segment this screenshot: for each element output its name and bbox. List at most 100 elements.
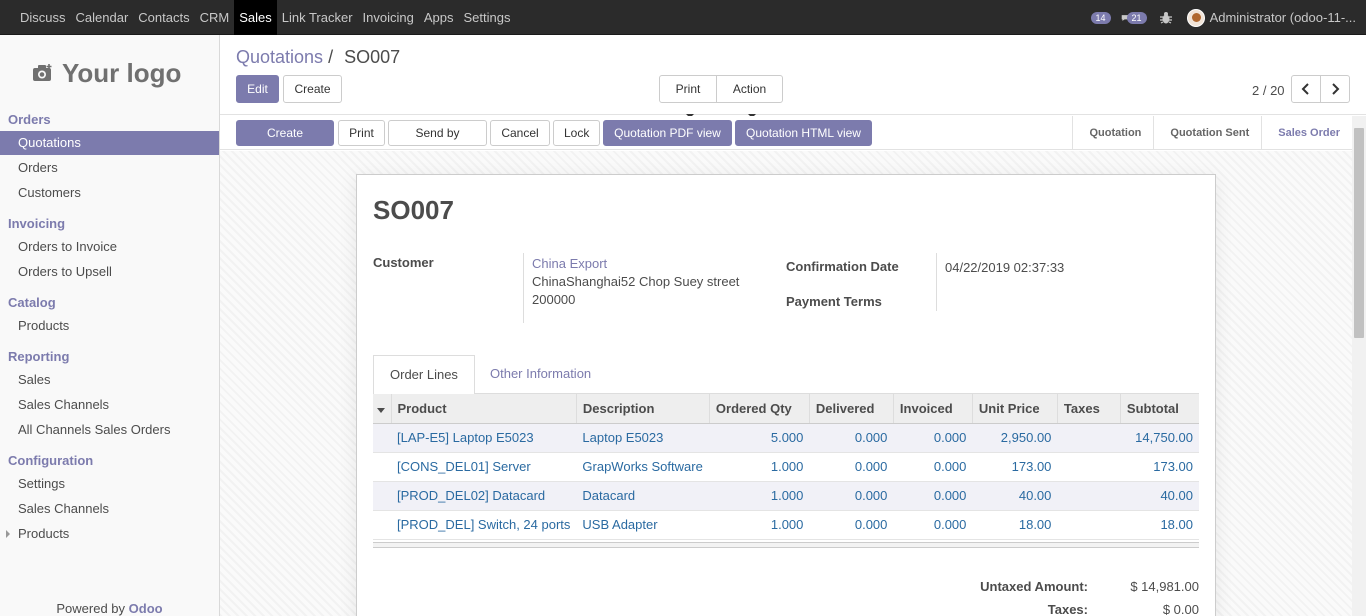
company-logo[interactable]: Your logo <box>32 55 181 91</box>
sidebar-item-sales[interactable]: Sales <box>0 368 219 392</box>
cell-subtotal[interactable]: 40.00 <box>1120 481 1199 511</box>
activity-button[interactable]: 14 <box>1090 11 1111 24</box>
cell-product[interactable]: [PROD_DEL02] Datacard <box>391 481 577 511</box>
menu-invoicing[interactable]: Invoicing <box>358 0 419 35</box>
col-taxes[interactable]: Taxes <box>1057 394 1121 424</box>
stage-sales-order[interactable]: Sales Order <box>1261 116 1352 150</box>
sidebar-item-orders[interactable]: Orders <box>0 156 219 180</box>
scrollbar-thumb[interactable] <box>1354 128 1364 338</box>
quotation-html-view-button[interactable]: Quotation HTML view <box>735 120 872 146</box>
sidebar-item-all-channels-sales-orders[interactable]: All Channels Sales Orders <box>0 418 219 442</box>
cell-delivered[interactable]: 0.000 <box>809 452 894 482</box>
action-dropdown[interactable]: Action <box>716 75 783 118</box>
table-row[interactable]: [PROD_DEL02] Datacard Datacard 1.000 0.0… <box>373 481 1199 511</box>
cell-delivered[interactable]: 0.000 <box>809 510 894 540</box>
stage-quotation[interactable]: Quotation <box>1072 116 1153 150</box>
col-ordered-qty[interactable]: Ordered Qty <box>709 394 810 424</box>
cell-description[interactable]: Datacard <box>576 481 710 511</box>
col-description[interactable]: Description <box>576 394 710 424</box>
odoo-link[interactable]: Odoo <box>129 601 163 616</box>
cell-ordered-qty[interactable]: 1.000 <box>709 510 810 540</box>
sidebar-item-orders-to-upsell[interactable]: Orders to Upsell <box>0 260 219 284</box>
cell-description[interactable]: Laptop E5023 <box>576 423 710 453</box>
cell-description[interactable]: GrapWorks Software <box>576 452 710 482</box>
cell-taxes[interactable] <box>1057 481 1121 511</box>
messages-button[interactable]: 21 <box>1121 11 1147 24</box>
cell-description[interactable]: USB Adapter <box>576 510 710 540</box>
menu-crm[interactable]: CRM <box>195 0 235 35</box>
cell-invoiced[interactable]: 0.000 <box>893 452 973 482</box>
create-invoice-button[interactable]: Create Invoice <box>236 120 334 164</box>
create-button[interactable]: Create <box>283 75 342 103</box>
col-delivered[interactable]: Delivered <box>809 394 894 424</box>
sidebar-item-products[interactable]: Products <box>0 314 219 338</box>
menu-calendar[interactable]: Calendar <box>71 0 134 35</box>
sidebar-item-settings[interactable]: Settings <box>0 472 219 496</box>
col-unit-price[interactable]: Unit Price <box>972 394 1058 424</box>
pager-previous-button[interactable] <box>1291 75 1321 103</box>
sidebar-item-orders-to-invoice[interactable]: Orders to Invoice <box>0 235 219 259</box>
col-product[interactable]: Product <box>391 394 577 424</box>
vertical-scrollbar[interactable] <box>1352 116 1366 616</box>
control-panel: Quotations / SO007 Edit Create Print Act… <box>220 35 1366 118</box>
col-subtotal[interactable]: Subtotal <box>1120 394 1199 424</box>
table-row[interactable]: [PROD_DEL] Switch, 24 ports USB Adapter … <box>373 510 1199 540</box>
edit-button[interactable]: Edit <box>236 75 279 103</box>
user-menu[interactable]: Administrator (odoo-11-... <box>1186 8 1356 27</box>
cell-invoiced[interactable]: 0.000 <box>893 510 973 540</box>
menu-sales[interactable]: Sales <box>234 0 277 35</box>
cell-product[interactable]: [PROD_DEL] Switch, 24 ports <box>391 510 577 540</box>
customer-link[interactable]: China Export <box>532 255 607 273</box>
cell-subtotal[interactable]: 173.00 <box>1120 452 1199 482</box>
cancel-button[interactable]: Cancel <box>490 120 550 146</box>
payment-terms-label: Payment Terms <box>786 294 882 309</box>
menu-apps[interactable]: Apps <box>419 0 459 35</box>
pager-next-button[interactable] <box>1320 75 1350 103</box>
table-row[interactable]: [CONS_DEL01] Server GrapWorks Software 1… <box>373 452 1199 482</box>
cell-taxes[interactable] <box>1057 423 1121 453</box>
col-invoiced[interactable]: Invoiced <box>893 394 973 424</box>
cell-subtotal[interactable]: 18.00 <box>1120 510 1199 540</box>
debug-button[interactable] <box>1159 11 1173 25</box>
sidebar-item-sales-channels[interactable]: Sales Channels <box>0 393 219 417</box>
row-spacer <box>373 452 391 482</box>
print-dropdown[interactable]: Print <box>659 75 717 118</box>
cell-invoiced[interactable]: 0.000 <box>893 481 973 511</box>
customer-address-line2: 200000 <box>532 292 576 307</box>
sidebar-item-quotations[interactable]: Quotations <box>0 131 219 155</box>
cell-ordered-qty[interactable]: 1.000 <box>709 481 810 511</box>
pager-value[interactable]: 2 / 20 <box>1252 83 1285 98</box>
send-by-email-button[interactable]: Send by Email <box>388 120 487 164</box>
group-toggle[interactable] <box>373 394 392 424</box>
breadcrumb-quotations[interactable]: Quotations <box>236 47 323 67</box>
menu-link-tracker[interactable]: Link Tracker <box>277 0 358 35</box>
tab-order-lines[interactable]: Order Lines <box>373 355 475 395</box>
cell-unit-price[interactable]: 2,950.00 <box>972 423 1058 453</box>
cell-product[interactable]: [LAP-E5] Laptop E5023 <box>391 423 577 453</box>
cell-ordered-qty[interactable]: 1.000 <box>709 452 810 482</box>
cell-taxes[interactable] <box>1057 452 1121 482</box>
menu-contacts[interactable]: Contacts <box>133 0 194 35</box>
tab-other-information[interactable]: Other Information <box>474 355 607 394</box>
sidebar-item-config-products[interactable]: Products <box>0 522 219 546</box>
cell-delivered[interactable]: 0.000 <box>809 423 894 453</box>
cell-delivered[interactable]: 0.000 <box>809 481 894 511</box>
cell-product[interactable]: [CONS_DEL01] Server <box>391 452 577 482</box>
cell-unit-price[interactable]: 173.00 <box>972 452 1058 482</box>
sidebar-item-config-sales-channels[interactable]: Sales Channels <box>0 497 219 521</box>
cell-unit-price[interactable]: 40.00 <box>972 481 1058 511</box>
cell-ordered-qty[interactable]: 5.000 <box>709 423 810 453</box>
cell-subtotal[interactable]: 14,750.00 <box>1120 423 1199 453</box>
print-button[interactable]: Print <box>338 120 385 146</box>
lock-button[interactable]: Lock <box>553 120 600 146</box>
camera-icon <box>33 64 52 81</box>
menu-settings[interactable]: Settings <box>459 0 516 35</box>
cell-taxes[interactable] <box>1057 510 1121 540</box>
sidebar-item-customers[interactable]: Customers <box>0 181 219 205</box>
cell-unit-price[interactable]: 18.00 <box>972 510 1058 540</box>
menu-discuss[interactable]: Discuss <box>15 0 71 35</box>
table-row[interactable]: [LAP-E5] Laptop E5023 Laptop E5023 5.000… <box>373 423 1199 453</box>
cell-invoiced[interactable]: 0.000 <box>893 423 973 453</box>
stage-quotation-sent[interactable]: Quotation Sent <box>1153 116 1261 150</box>
quotation-pdf-view-button[interactable]: Quotation PDF view <box>603 120 732 146</box>
